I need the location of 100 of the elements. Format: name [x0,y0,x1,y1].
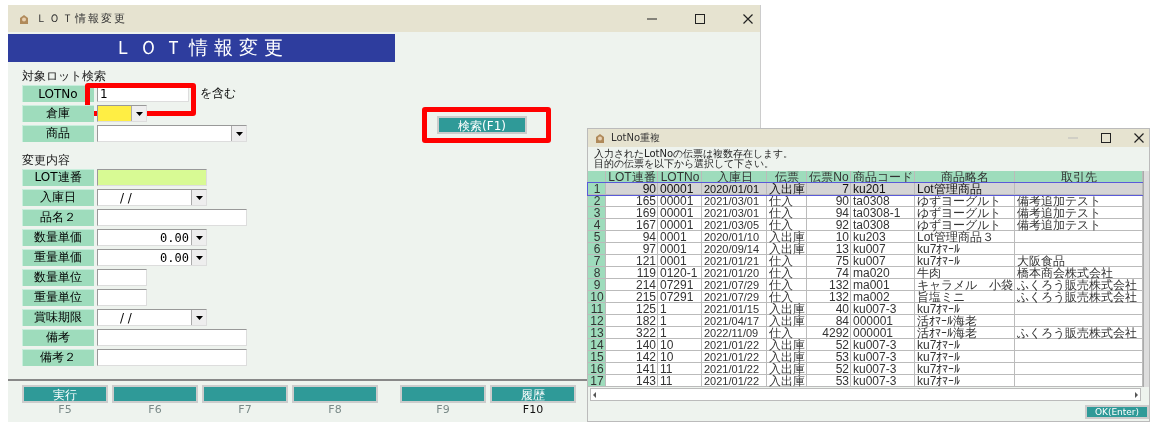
grid-row[interactable]: 11 125 1 2021/01/15 入出庫 40 ku007-3 ku7ｵﾏｰﾙ [588,303,1143,315]
right-arrow-icon[interactable] [1132,390,1140,399]
table-cell: ku007-3 [851,339,915,351]
column-header[interactable]: LOT連番 [606,171,658,183]
function-key-button[interactable] [400,385,486,403]
column-header[interactable]: 伝票 [767,171,807,183]
field-label: 数量単価 [22,229,94,246]
table-cell: 7 [807,183,851,195]
function-key-button[interactable] [202,385,288,403]
table-cell: 0001 [658,231,702,243]
combo-field[interactable]: 0.00 [97,249,207,266]
key-label: F9 [436,403,450,416]
input-field[interactable] [97,269,147,286]
message-text: 目的の伝票を以下から選択して下さい。 [594,159,774,169]
grid-row[interactable]: 13 322 1 2022/11/09 仕入 4292 000001 活ｵﾏｰﾙ海老 ふくろう販売株式会社 [588,327,1143,339]
grid-row[interactable]: 7 121 0001 2021/01/21 仕入 75 ku007 ku7ｵﾏｰﾙ 大阪食品 [588,255,1143,267]
table-cell: 11 [658,375,702,387]
input-field[interactable] [97,349,247,366]
grid-row[interactable]: 10 215 07291 2021/07/29 仕入 132 ma002 旨塩ミニ ふくろう販売株式会社 [588,291,1143,303]
table-cell: 仕入 [767,219,807,231]
table-cell: ku7ｵﾏｰﾙ [915,255,1015,267]
table-cell: 143 [606,375,658,387]
table-cell: ku7ｵﾏｰﾙ [915,375,1015,387]
table-cell: ma020 [851,267,915,279]
maximize-icon[interactable] [1100,132,1112,144]
table-cell: 仕入 [767,207,807,219]
table-cell: 07291 [658,279,702,291]
table-cell: 入出庫 [767,183,807,195]
dropdown-button[interactable] [191,190,206,205]
dropdown-button[interactable] [191,230,206,245]
grid-row[interactable]: 4 167 00001 2021/03/05 仕入 92 ta0308 ゆずヨーグルト 備考追加テスト [588,219,1143,231]
row-number: 14 [588,339,606,351]
scrollbar[interactable] [590,388,1141,401]
dialog-title: LotNo重複 [611,131,662,145]
grid-row[interactable]: 16 141 11 2021/01/22 入出庫 52 ku007-3 ku7ｵﾏｰﾙ [588,363,1143,375]
grid-row[interactable]: 8 119 0120-1 2021/01/20 仕入 74 ma020 牛肉 橋本商会株式会社 [588,267,1143,279]
table-cell: ゆずヨーグルト [915,219,1015,231]
dropdown-button[interactable] [231,126,246,141]
table-cell: 10 [658,351,702,363]
table-cell: 2021/03/05 [702,219,767,231]
dropdown-button[interactable] [131,106,146,121]
table-cell: 2021/01/20 [702,267,767,279]
input-field[interactable] [97,209,247,226]
close-icon[interactable] [1133,132,1145,144]
close-icon[interactable] [742,12,754,25]
table-cell: 2021/01/21 [702,255,767,267]
combo-field[interactable]: / / [97,309,207,326]
key-label: F7 [238,403,252,416]
grid-row[interactable]: 3 169 00001 2021/03/01 仕入 94 ta0308-1 ゆずヨーグルト 備考追加テスト [588,207,1143,219]
grid-row[interactable]: 12 182 1 2021/04/17 入出庫 84 000001 活ｵﾏｰﾙ海老 [588,315,1143,327]
combo-field[interactable] [97,125,247,142]
table-cell: 52 [807,339,851,351]
table-cell: 75 [807,255,851,267]
scrollbar[interactable] [1143,171,1149,387]
table-cell: 10 [658,339,702,351]
table-cell: ku7ｵﾏｰﾙ [915,243,1015,255]
combo-field[interactable]: 0.00 [97,229,207,246]
column-header[interactable]: 商品コード [851,171,915,183]
table-cell: 0001 [658,255,702,267]
table-cell: 入出庫 [767,351,807,363]
table-cell: ma001 [851,279,915,291]
table-cell: 入出庫 [767,339,807,351]
left-arrow-icon[interactable] [591,390,599,399]
maximize-icon[interactable] [694,12,706,25]
column-header[interactable]: 商品略名 [915,171,1015,183]
grid-row[interactable]: 15 142 10 2021/01/22 入出庫 53 ku007-3 ku7ｵﾏｰﾙ [588,351,1143,363]
combo-field[interactable] [97,105,147,122]
dropdown-button[interactable] [191,310,206,325]
column-header[interactable]: LOTNo [658,171,702,183]
input-field[interactable] [97,289,147,306]
table-cell: 入出庫 [767,363,807,375]
row-number: 8 [588,267,606,279]
column-header[interactable]: 伝票No [807,171,851,183]
column-header[interactable]: 入庫日 [702,171,767,183]
table-cell: 142 [606,351,658,363]
table-cell: ゆずヨーグルト [915,207,1015,219]
grid-row[interactable]: 5 94 0001 2020/01/10 入出庫 10 ku203 Lot管理商品３ [588,231,1143,243]
dropdown-button[interactable] [191,250,206,265]
grid-row[interactable]: 6 97 0001 2020/09/14 入出庫 13 ku007 ku7ｵﾏｰﾙ [588,243,1143,255]
grid-row[interactable]: 9 214 07291 2021/07/29 仕入 132 ma001 キャラメル 小袋 ふくろう販売株式会社 [588,279,1143,291]
row-number: 13 [588,327,606,339]
table-cell: ku201 [851,183,915,195]
column-header[interactable]: 取引先 [1015,171,1143,183]
input-field[interactable] [97,169,207,186]
table-cell: 215 [606,291,658,303]
grid-row[interactable]: 1 90 00001 2020/01/01 入出庫 7 ku201 Lot管理商品 [588,183,1143,195]
table-cell: 0120-1 [658,267,702,279]
row-number: 16 [588,363,606,375]
table-cell: ku7ｵﾏｰﾙ [915,303,1015,315]
function-key-button[interactable] [292,385,378,403]
grid-row[interactable]: 14 140 10 2021/01/22 入出庫 52 ku007-3 ku7ｵﾏｰﾙ [588,339,1143,351]
table-cell: 07291 [658,291,702,303]
combo-field[interactable]: / / [97,189,207,206]
function-key-button[interactable] [112,385,198,403]
table-cell: 2020/09/14 [702,243,767,255]
input-field[interactable] [97,329,247,346]
table-cell: ma002 [851,291,915,303]
section-heading: 対象ロット検索 [22,68,106,82]
table-cell: 000001 [851,315,915,327]
grid-row[interactable]: 17 143 11 2021/01/22 入出庫 53 ku007-3 ku7ｵﾏｰﾙ [588,375,1143,387]
